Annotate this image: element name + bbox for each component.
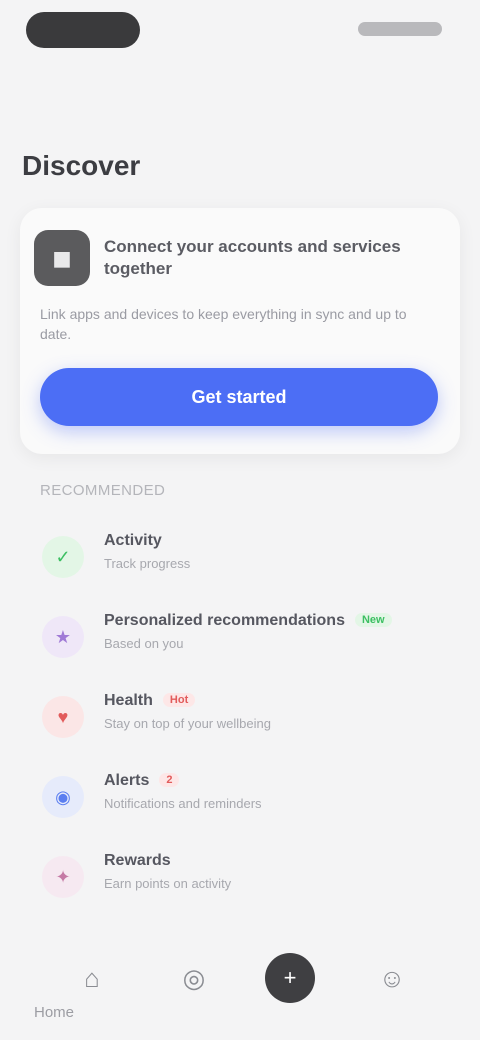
section-label: RECOMMENDED bbox=[40, 482, 166, 499]
list-item-title: Health Hot bbox=[104, 692, 196, 710]
list-item-subtitle: Notifications and reminders bbox=[104, 796, 262, 811]
home-icon: ⌂ bbox=[84, 962, 100, 993]
list-item-title: Activity bbox=[104, 532, 162, 550]
bell-icon: ◉ bbox=[42, 776, 84, 818]
person-icon: ☺ bbox=[378, 962, 406, 993]
get-started-button[interactable]: Get started bbox=[40, 368, 438, 426]
gift-icon: ✦ bbox=[42, 856, 84, 898]
promo-card: ◼ Connect your accounts and services tog… bbox=[20, 208, 460, 454]
list-item[interactable]: ♥ Health Hot Stay on top of your wellbeing bbox=[0, 676, 480, 748]
list-item-title: Personalized recommendations New bbox=[104, 612, 392, 630]
list-item[interactable]: ★ Personalized recommendations New Based on… bbox=[0, 596, 480, 668]
list-item-title: Rewards bbox=[104, 852, 171, 870]
list-item-subtitle: Track progress bbox=[104, 556, 191, 571]
app-icon: ◼ bbox=[34, 230, 90, 286]
tab-center[interactable]: + bbox=[254, 942, 326, 1014]
list-item-subtitle: Based on you bbox=[104, 636, 184, 651]
status-badge: 2 bbox=[159, 773, 180, 787]
list-item[interactable]: ◉ Alerts 2 Notifications and reminders bbox=[0, 756, 480, 828]
promo-card-description: Link apps and devices to keep everything… bbox=[40, 306, 407, 342]
plus-icon: + bbox=[265, 953, 315, 1003]
promo-card-title: Connect your accounts and services toget… bbox=[104, 237, 401, 278]
list-item[interactable]: ✓ Activity Track progress bbox=[0, 516, 480, 588]
list-item[interactable]: ✦ Rewards Earn points on activity bbox=[0, 836, 480, 908]
star-icon: ★ bbox=[42, 616, 84, 658]
list-item-subtitle: Earn points on activity bbox=[104, 876, 232, 891]
page-title: Discover bbox=[22, 150, 141, 181]
dynamic-island bbox=[26, 12, 140, 48]
status-bar bbox=[0, 0, 480, 64]
tab-explore[interactable]: ◎ bbox=[158, 942, 230, 1014]
check-circle-icon: ✓ bbox=[42, 536, 84, 578]
tab-bar: ⌂ ◎ + ☺ bbox=[0, 920, 480, 1040]
list-item-title-text: Alerts bbox=[104, 772, 150, 789]
list-item-title-text: Rewards bbox=[104, 852, 171, 869]
list-item-title: Alerts 2 bbox=[104, 772, 180, 790]
list-item-subtitle: Stay on top of your wellbeing bbox=[104, 716, 271, 731]
heart-icon: ♥ bbox=[42, 696, 84, 738]
list-item-title-text: Activity bbox=[104, 532, 162, 549]
status-badge: New bbox=[354, 613, 392, 627]
list-item-title-text: Personalized recommendations bbox=[104, 612, 345, 629]
tab-profile[interactable]: ☺ bbox=[356, 942, 428, 1014]
status-indicators bbox=[358, 22, 442, 36]
list-item-title-text: Health bbox=[104, 692, 153, 709]
compass-icon: ◎ bbox=[182, 962, 206, 993]
status-badge: Hot bbox=[162, 693, 196, 707]
tab-label: Home bbox=[34, 1004, 75, 1021]
